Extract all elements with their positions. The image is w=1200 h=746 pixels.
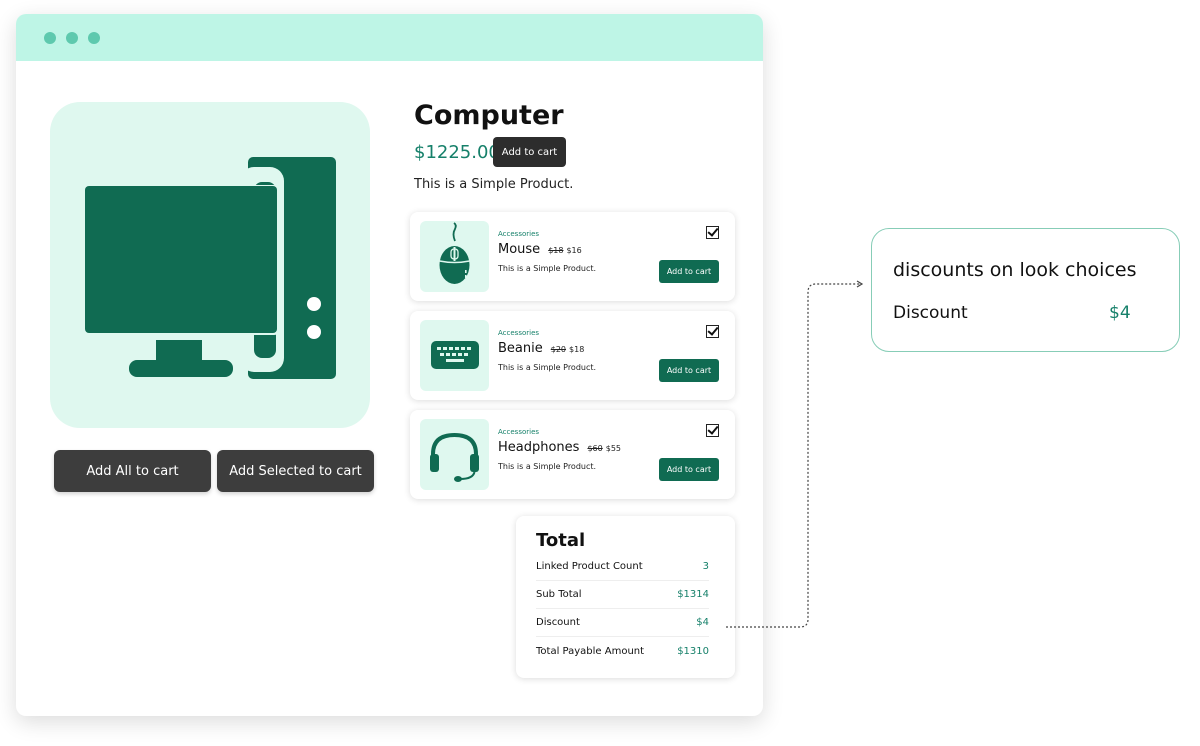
discount-callout: discounts on look choices Discount $4 xyxy=(871,228,1180,352)
callout-value: $4 xyxy=(1109,303,1131,323)
callout-connector xyxy=(726,280,864,628)
callout-title: discounts on look choices xyxy=(893,259,1137,281)
callout-label: Discount xyxy=(893,303,968,323)
